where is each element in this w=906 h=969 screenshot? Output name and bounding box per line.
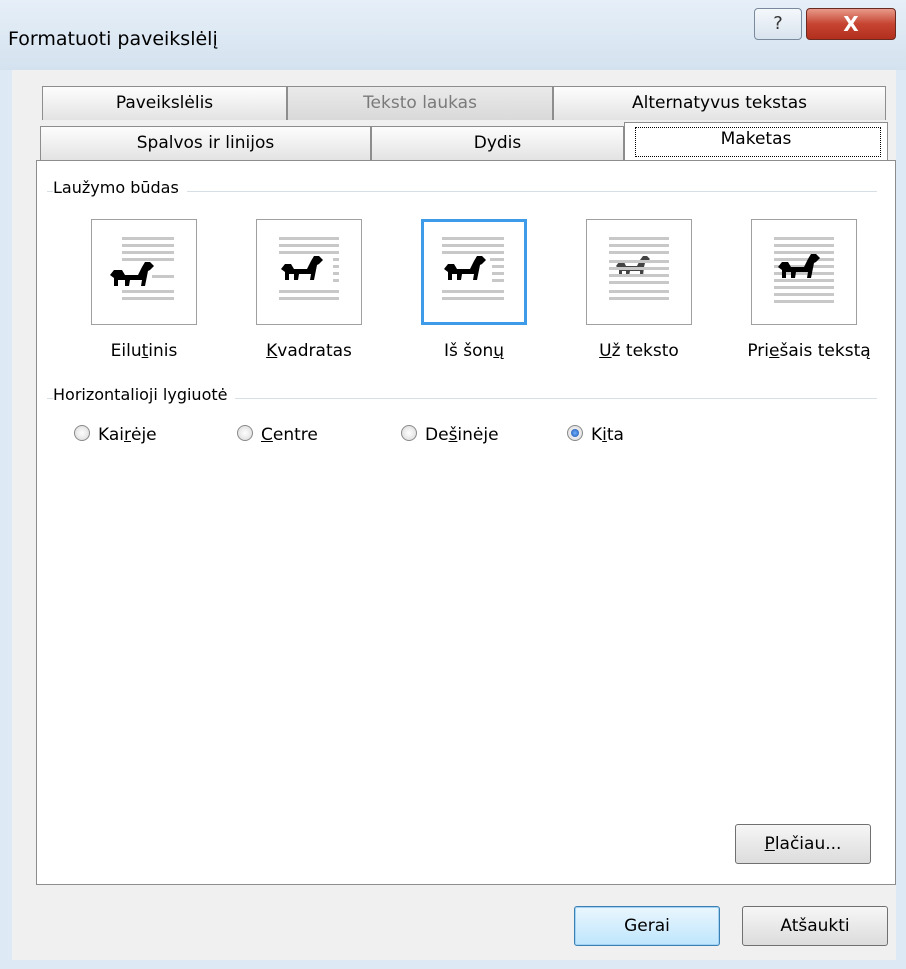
help-button[interactable]: ?: [754, 8, 802, 40]
wrap-behind-text-label: Už teksto: [599, 341, 679, 361]
cancel-button[interactable]: Atšaukti: [742, 906, 888, 946]
wrap-square-label: Kvadratas: [266, 341, 352, 361]
tab-teksto-laukas: Teksto laukas: [287, 86, 553, 120]
wrap-tight-label: Iš šonų: [443, 341, 505, 361]
wrap-in-front-icon: [774, 237, 834, 303]
radio-circle-checked: [567, 425, 583, 441]
wrap-square-button[interactable]: [256, 219, 362, 325]
dialog-window: Formatuoti paveikslėlį ? X Paveikslėlis …: [0, 0, 906, 969]
radio-kita[interactable]: Kita: [567, 423, 624, 447]
wrap-in-front-button[interactable]: [751, 219, 857, 325]
title-bar[interactable]: Formatuoti paveikslėlį ? X: [0, 0, 906, 70]
tab-maketas[interactable]: Maketas: [624, 122, 888, 160]
alignment-group-label: Horizontalioji lygiuotė: [53, 385, 236, 404]
radio-kaireje[interactable]: Kairėje: [74, 423, 157, 447]
tab-paveikslelis[interactable]: Paveikslėlis: [42, 86, 287, 120]
advanced-button[interactable]: Plačiau...: [735, 824, 871, 864]
help-icon: ?: [773, 13, 783, 34]
focus-rect: [635, 127, 881, 157]
radio-circle: [74, 425, 90, 441]
wrap-tight-button[interactable]: [421, 219, 527, 325]
radio-circle: [237, 425, 253, 441]
dialog-title: Formatuoti paveikslėlį: [8, 28, 218, 50]
wrap-inline-button[interactable]: [91, 219, 197, 325]
wrap-inline-icon: [110, 237, 174, 300]
wrap-behind-text-button[interactable]: [586, 219, 692, 325]
wrapping-group-label: Laužymo būdas: [53, 178, 187, 197]
wrap-in-front-label: Priešais tekstą: [747, 341, 871, 361]
wrap-square-icon: [279, 237, 339, 300]
close-button[interactable]: X: [806, 8, 896, 40]
dialog-client-area: Paveikslėlis Teksto laukas Alternatyvus …: [12, 70, 896, 960]
radio-circle: [401, 425, 417, 441]
wrap-behind-text-icon: [609, 237, 669, 300]
tab-alternatyvus-tekstas[interactable]: Alternatyvus tekstas: [553, 86, 886, 120]
maketas-panel: Laužymo būdas Eilutinis Kvadratas Iš šon…: [36, 160, 896, 885]
tab-dydis[interactable]: Dydis: [371, 126, 624, 160]
tab-spalvos-ir-linijos[interactable]: Spalvos ir linijos: [40, 126, 371, 160]
wrap-inline-label: Eilutinis: [110, 341, 178, 361]
ok-button[interactable]: Gerai: [574, 906, 720, 946]
radio-desineje[interactable]: Dešinėje: [401, 423, 499, 447]
close-icon: X: [843, 12, 859, 36]
radio-centre[interactable]: Centre: [237, 423, 318, 447]
wrap-tight-icon: [442, 237, 504, 300]
